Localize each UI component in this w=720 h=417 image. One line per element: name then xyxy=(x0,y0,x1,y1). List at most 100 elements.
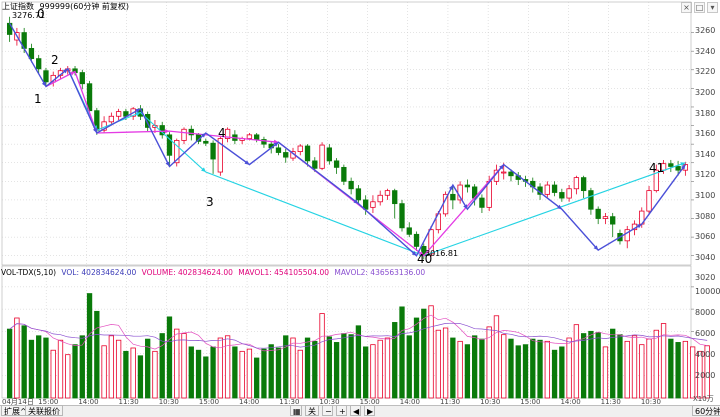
volume-bar xyxy=(108,335,115,399)
wave-label-2: 2 xyxy=(51,53,59,67)
volume-bar xyxy=(261,348,267,399)
vol-axis-10000: 10000 xyxy=(695,287,720,296)
volume-bar xyxy=(588,330,594,399)
zoom-out-icon[interactable]: − xyxy=(322,405,333,416)
mavol2-value: MAVOL2: 436563136.00 xyxy=(334,268,426,277)
scroll-right-icon[interactable]: ▶ xyxy=(364,405,375,416)
volume-bar xyxy=(290,337,296,399)
volume-bar xyxy=(544,340,550,399)
candle-body xyxy=(508,171,514,177)
volume-bar xyxy=(610,328,616,399)
volume-bar xyxy=(14,317,20,399)
volume-bar xyxy=(6,328,13,399)
volume-indicator-name[interactable]: VOL-TDX(5,10) xyxy=(1,268,56,277)
candle-body xyxy=(610,216,616,225)
wave-lines-layer xyxy=(8,22,686,257)
volume-bar xyxy=(181,333,187,399)
price-axis-3060: 3060 xyxy=(695,232,716,241)
price-axis-3120: 3120 xyxy=(695,170,716,179)
candlestick-chart[interactable] xyxy=(0,0,720,416)
volume-bar xyxy=(653,329,659,399)
volume-bar xyxy=(28,339,35,399)
vol-axis-unit: X10万 xyxy=(693,395,714,403)
price-axis-3160: 3160 xyxy=(695,129,716,138)
volume-bar xyxy=(377,339,383,399)
volume-bar xyxy=(515,345,521,399)
volume-bar xyxy=(595,332,601,399)
vol-axis-4000: 4000 xyxy=(695,350,716,359)
volume-bar xyxy=(602,346,609,399)
candle-body xyxy=(595,208,601,219)
candle-body xyxy=(450,193,456,201)
volume-bar xyxy=(537,339,543,399)
candle-body xyxy=(464,184,471,188)
volume-bar xyxy=(159,333,165,399)
volume-bar xyxy=(203,356,209,399)
volume-bar xyxy=(566,337,572,399)
volume-bar xyxy=(421,308,427,399)
candle-body xyxy=(559,192,565,199)
candle-body xyxy=(501,171,507,174)
volume-bar xyxy=(43,337,49,399)
candle-body xyxy=(348,180,354,190)
wave-label-0: 0 xyxy=(37,7,45,21)
grid-icon-button[interactable]: ▦ xyxy=(290,405,302,416)
candle-body xyxy=(275,147,282,153)
volume-bar xyxy=(86,293,93,399)
period-selector[interactable]: 60分钟 xyxy=(692,405,720,416)
scroll-left-icon[interactable]: ◀ xyxy=(350,405,361,416)
volume-bar xyxy=(442,327,449,399)
price-axis-3040: 3040 xyxy=(695,253,716,262)
volume-bar xyxy=(268,344,274,399)
volume-bar xyxy=(392,322,398,399)
candle-body xyxy=(573,177,580,190)
volume-bar xyxy=(530,338,536,399)
candle-body xyxy=(392,190,398,205)
volume-bar xyxy=(137,355,144,399)
volume-bar xyxy=(72,344,78,399)
volume-bar xyxy=(559,346,565,399)
vol-axis-6000: 6000 xyxy=(695,329,716,338)
volume-bar xyxy=(239,350,245,399)
wave-label-3: 3 xyxy=(206,195,214,209)
volume-bar xyxy=(508,338,514,399)
price-axis-3240: 3240 xyxy=(695,47,716,56)
magenta-wave-line xyxy=(45,70,505,257)
candle-body xyxy=(675,166,681,171)
volume-bar xyxy=(166,316,173,399)
volume-bar xyxy=(573,324,580,399)
volume-bar xyxy=(551,349,558,399)
volume-bar xyxy=(94,310,100,399)
vol-axis-2000: 2000 xyxy=(695,371,716,380)
candle-body xyxy=(181,128,187,141)
volume-bar xyxy=(631,335,638,399)
volume-bar xyxy=(341,333,347,399)
candle-body xyxy=(79,72,85,85)
volume-bar xyxy=(639,344,645,399)
volume-bar xyxy=(36,335,42,399)
related-quotes-button[interactable]: 关联报价 xyxy=(25,405,63,416)
volume-bar xyxy=(333,342,340,399)
volume-bar xyxy=(493,315,500,399)
volume-bar xyxy=(363,346,369,399)
candle-body xyxy=(319,144,325,169)
stock-chart-window: 上证指数 999999(60分钟 前复权) × □ ▾ 3260 3240 32… xyxy=(0,0,720,417)
vol-axis-8000: 8000 xyxy=(695,308,716,317)
candle-body xyxy=(566,188,572,199)
candle-body xyxy=(384,190,391,196)
volume-bar xyxy=(435,329,441,399)
zoom-in-icon[interactable]: + xyxy=(336,405,347,416)
volume-bar xyxy=(232,346,238,399)
candle-body xyxy=(326,147,332,162)
candle-body xyxy=(115,111,122,117)
blue-wave-line xyxy=(8,22,686,257)
related-toggle-button[interactable]: 关 xyxy=(305,405,319,416)
price-axis-3200: 3200 xyxy=(695,88,716,97)
volume-bar xyxy=(21,325,27,399)
candle-body xyxy=(210,142,216,160)
wave-label-1: 1 xyxy=(34,92,42,106)
volume-bar xyxy=(646,338,652,399)
candle-body xyxy=(43,70,49,83)
volume-bar xyxy=(246,348,253,399)
volume-bar xyxy=(457,340,463,399)
